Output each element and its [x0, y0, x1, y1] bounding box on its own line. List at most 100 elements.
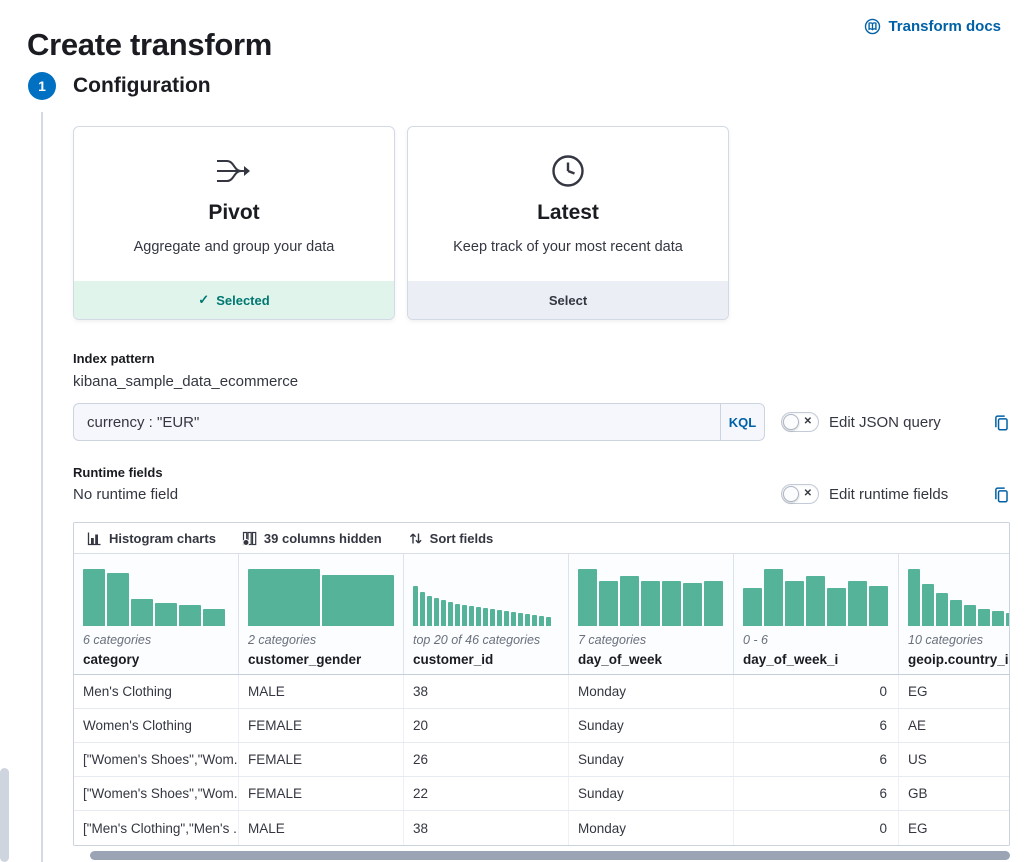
- toggle-off-icon: ✕: [804, 416, 812, 427]
- column-header-customer_gender[interactable]: 2 categories customer_gender: [239, 554, 404, 674]
- latest-select-button[interactable]: Select: [408, 281, 728, 319]
- grid-cell[interactable]: ["Men's Clothing","Men's ...: [74, 811, 239, 845]
- grid-cell[interactable]: 26: [404, 743, 569, 776]
- grid-cell[interactable]: AE: [899, 709, 1010, 742]
- table-row: Men's ClothingMALE38Monday0EG: [74, 675, 1010, 709]
- histogram-bar: [546, 617, 551, 626]
- grid-cell[interactable]: Sunday: [569, 777, 734, 810]
- histogram-bar: [455, 604, 460, 626]
- histogram-bar: [83, 569, 105, 626]
- page-title: Create transform: [27, 27, 272, 63]
- histogram-day_of_week_i: [743, 566, 889, 626]
- documentation-icon: [864, 18, 881, 35]
- grid-cell[interactable]: 22: [404, 777, 569, 810]
- latest-card[interactable]: Latest Keep track of your most recent da…: [407, 126, 729, 320]
- grid-cell[interactable]: MALE: [239, 811, 404, 845]
- grid-cell[interactable]: Sunday: [569, 709, 734, 742]
- table-row: Women's ClothingFEMALE20Sunday6AE: [74, 709, 1010, 743]
- histogram-bar: [922, 584, 934, 626]
- preview-data-grid: Histogram charts 39 columns hidden: [73, 522, 1010, 846]
- grid-cell[interactable]: US: [899, 743, 1010, 776]
- grid-cell[interactable]: 6: [734, 709, 899, 742]
- index-pattern-label: Index pattern: [73, 351, 1010, 366]
- column-name: category: [83, 652, 229, 667]
- pivot-card-title: Pivot: [90, 201, 378, 225]
- histogram-bar: [434, 598, 439, 626]
- grid-cell[interactable]: Monday: [569, 811, 734, 845]
- histogram-bar: [504, 611, 509, 626]
- grid-cell[interactable]: Sunday: [569, 743, 734, 776]
- grid-header: 6 categories category 2 categories customer…: [74, 554, 1010, 675]
- grid-cell[interactable]: 20: [404, 709, 569, 742]
- grid-cell[interactable]: 6: [734, 777, 899, 810]
- grid-cell[interactable]: MALE: [239, 675, 404, 708]
- kql-button[interactable]: KQL: [720, 404, 764, 440]
- histogram-charts-button[interactable]: Histogram charts: [87, 531, 216, 546]
- grid-cell[interactable]: ["Women's Shoes","Wom...: [74, 743, 239, 776]
- column-header-category[interactable]: 6 categories category: [74, 554, 239, 674]
- histogram-bar: [978, 609, 990, 626]
- clock-icon: [424, 151, 712, 191]
- latest-footer-label: Select: [549, 293, 587, 308]
- grid-cell[interactable]: 0: [734, 811, 899, 845]
- grid-cell[interactable]: FEMALE: [239, 709, 404, 742]
- histogram-bar: [483, 608, 488, 626]
- check-icon: ✓: [198, 292, 209, 308]
- histogram-bar: [511, 612, 516, 626]
- copy-icon[interactable]: [993, 414, 1010, 431]
- kql-query-input[interactable]: currency : "EUR" KQL: [73, 403, 765, 441]
- edit-json-query-toggle[interactable]: ✕: [781, 412, 819, 432]
- grid-cell[interactable]: 38: [404, 675, 569, 708]
- column-name: geoip.country_iso_: [908, 652, 1010, 667]
- docs-link-label: Transform docs: [888, 18, 1001, 35]
- grid-cell[interactable]: FEMALE: [239, 743, 404, 776]
- columns-hidden-label: 39 columns hidden: [264, 531, 382, 546]
- grid-cell[interactable]: EG: [899, 675, 1010, 708]
- columns-icon: [242, 531, 257, 546]
- columns-hidden-button[interactable]: 39 columns hidden: [242, 531, 382, 546]
- column-header-day_of_week_i[interactable]: 0 - 6day_of_week_i: [734, 554, 899, 674]
- histogram-bar: [490, 609, 495, 626]
- grid-cell[interactable]: Women's Clothing: [74, 709, 239, 742]
- histogram-bar: [518, 613, 523, 626]
- histogram-category: [83, 566, 229, 626]
- grid-cell[interactable]: Monday: [569, 675, 734, 708]
- grid-toolbar: Histogram charts 39 columns hidden: [74, 523, 1009, 554]
- copy-icon[interactable]: [993, 486, 1010, 503]
- grid-cell[interactable]: 0: [734, 675, 899, 708]
- grid-cell[interactable]: 38: [404, 811, 569, 845]
- grid-cell[interactable]: Men's Clothing: [74, 675, 239, 708]
- column-header-customer_id[interactable]: top 20 of 46 categoriescustomer_id: [404, 554, 569, 674]
- histogram-bar: [641, 581, 660, 626]
- step-number-badge: 1: [28, 72, 56, 100]
- transform-docs-link[interactable]: Transform docs: [864, 18, 1001, 35]
- sort-fields-button[interactable]: Sort fields: [408, 531, 494, 546]
- histogram-bar: [525, 614, 530, 626]
- sort-icon: [408, 531, 423, 546]
- histogram-bar: [248, 569, 320, 626]
- horizontal-scrollbar-thumb[interactable]: [90, 851, 1010, 860]
- histogram-bar: [964, 605, 976, 626]
- column-header-geoip.country_iso_[interactable]: 10 categoriesgeoip.country_iso_: [899, 554, 1010, 674]
- edit-runtime-fields-toggle[interactable]: ✕: [781, 484, 819, 504]
- grid-cell[interactable]: EG: [899, 811, 1010, 845]
- histogram-bar: [683, 583, 702, 626]
- table-row: ["Women's Shoes","Wom...FEMALE26Sunday6U…: [74, 743, 1010, 777]
- histogram-bar: [743, 588, 762, 626]
- grid-cell[interactable]: GB: [899, 777, 1010, 810]
- edit-json-query-label: Edit JSON query: [829, 414, 941, 431]
- column-caption: 6 categories: [83, 633, 229, 647]
- column-caption: 2 categories: [248, 633, 394, 647]
- column-name: customer_gender: [248, 652, 394, 667]
- grid-body: Men's ClothingMALE38Monday0EGWomen's Clo…: [74, 675, 1009, 845]
- grid-cell[interactable]: FEMALE: [239, 777, 404, 810]
- pivot-selected-button[interactable]: ✓ Selected: [74, 281, 394, 319]
- vertical-scrollbar[interactable]: [0, 768, 9, 862]
- horizontal-scrollbar[interactable]: [73, 851, 1010, 860]
- histogram-bar: [420, 592, 425, 626]
- column-name: day_of_week: [578, 652, 724, 667]
- pivot-card[interactable]: Pivot Aggregate and group your data ✓ Se…: [73, 126, 395, 320]
- column-header-day_of_week[interactable]: 7 categoriesday_of_week: [569, 554, 734, 674]
- grid-cell[interactable]: ["Women's Shoes","Wom...: [74, 777, 239, 810]
- grid-cell[interactable]: 6: [734, 743, 899, 776]
